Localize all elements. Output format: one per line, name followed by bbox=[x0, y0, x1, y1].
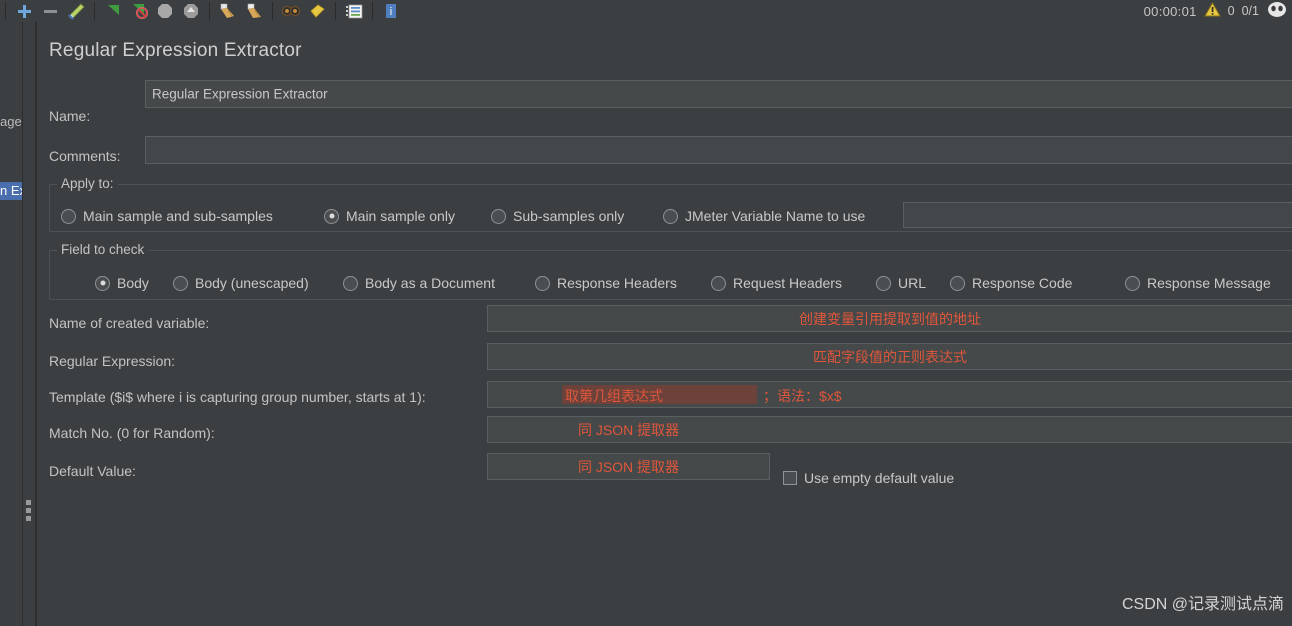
clear-icon[interactable] bbox=[215, 1, 241, 22]
edit-pencil-icon[interactable] bbox=[63, 1, 89, 22]
radio-label: Body (unescaped) bbox=[195, 275, 309, 291]
page-title: Regular Expression Extractor bbox=[49, 40, 302, 61]
radio-icon[interactable] bbox=[663, 208, 678, 224]
warning-triangle-icon[interactable] bbox=[1203, 1, 1221, 20]
radio-url[interactable]: URL bbox=[876, 275, 926, 291]
radio-response-message[interactable]: Response Message bbox=[1125, 275, 1271, 291]
variable-name-input[interactable]: 创建变量引用提取到值的地址 bbox=[487, 305, 1292, 332]
help-icon[interactable]: i bbox=[378, 1, 404, 22]
radio-icon[interactable] bbox=[876, 275, 891, 291]
comments-input[interactable] bbox=[145, 136, 1292, 164]
jmeter-window: i 00:00:01 0 0/1 age n E Regular Express… bbox=[0, 0, 1292, 626]
radio-body[interactable]: Body bbox=[95, 275, 149, 291]
match-no-label: Match No. (0 for Random): bbox=[49, 425, 215, 441]
variable-name-annotation: 创建变量引用提取到值的地址 bbox=[799, 310, 981, 327]
radio-jmeter-variable-name-to-use[interactable]: JMeter Variable Name to use bbox=[663, 208, 865, 224]
clear-all-icon[interactable] bbox=[241, 1, 267, 22]
variable-name-label: Name of created variable: bbox=[49, 315, 210, 331]
tree-item-regular-expression-extractor[interactable]: n Ex bbox=[0, 182, 22, 200]
test-plan-tree[interactable]: age n Ex bbox=[0, 22, 22, 626]
start-no-timers-icon[interactable] bbox=[126, 1, 152, 22]
stop-icon[interactable] bbox=[152, 1, 178, 22]
radio-icon-selected[interactable] bbox=[95, 275, 110, 291]
template-annotation-highlight: 取第几组表达式 bbox=[565, 388, 663, 404]
main-toolbar: i 00:00:01 0 0/1 bbox=[0, 0, 1292, 22]
radio-icon[interactable] bbox=[491, 208, 506, 224]
radio-icon[interactable] bbox=[950, 275, 965, 291]
thread-count: 0/1 bbox=[1241, 4, 1259, 18]
remove-icon[interactable] bbox=[37, 1, 63, 22]
panel-splitter[interactable] bbox=[22, 22, 36, 626]
radio-body-unescaped[interactable]: Body (unescaped) bbox=[173, 275, 309, 291]
radio-body-as-a-document[interactable]: Body as a Document bbox=[343, 275, 495, 291]
match-no-input[interactable]: 同 JSON 提取器 bbox=[487, 416, 1292, 443]
template-annotation-rest: ；语法：$x$ bbox=[763, 388, 842, 404]
name-label: Name: bbox=[49, 108, 91, 124]
splitter-divider-left bbox=[22, 22, 23, 626]
default-value-label: Default Value: bbox=[49, 463, 136, 479]
toolbar-separator bbox=[5, 2, 6, 20]
default-value-annotation: 同 JSON 提取器 bbox=[577, 458, 680, 475]
radio-icon[interactable] bbox=[343, 275, 358, 291]
radio-icon[interactable] bbox=[535, 275, 550, 291]
radio-label: URL bbox=[898, 275, 927, 291]
toolbar-separator bbox=[272, 2, 273, 20]
radio-icon[interactable] bbox=[1125, 275, 1140, 291]
use-empty-default-value-checkbox-row[interactable]: Use empty default value bbox=[783, 470, 954, 486]
radio-label: Request Headers bbox=[733, 275, 842, 291]
match-no-annotation: 同 JSON 提取器 bbox=[578, 421, 680, 438]
radio-label: Main sample and sub-samples bbox=[83, 208, 273, 224]
svg-text:i: i bbox=[390, 6, 392, 18]
radio-request-headers[interactable]: Request Headers bbox=[711, 275, 842, 291]
regex-annotation: 匹配字段值的正则表达式 bbox=[813, 348, 967, 365]
elapsed-time: 00:00:01 bbox=[1143, 3, 1197, 19]
toolbar-separator bbox=[335, 2, 336, 20]
apply-to-group-title: Apply to: bbox=[57, 176, 118, 191]
thread-face-icon bbox=[1266, 1, 1288, 21]
radio-icon[interactable] bbox=[711, 275, 726, 291]
comments-label: Comments: bbox=[49, 148, 121, 164]
template-label: Template ($i$ where i is capturing group… bbox=[49, 389, 426, 405]
splitter-grip[interactable] bbox=[26, 500, 32, 521]
radio-icon-selected[interactable] bbox=[324, 208, 339, 224]
function-helper-icon[interactable] bbox=[341, 1, 367, 22]
radio-label: Response Code bbox=[972, 275, 1073, 291]
toolbar-separator bbox=[209, 2, 210, 20]
radio-label: Main sample only bbox=[346, 208, 455, 224]
name-input-value: Regular Expression Extractor bbox=[152, 86, 328, 102]
tree-item-partial[interactable]: age bbox=[0, 114, 22, 129]
name-input[interactable]: Regular Expression Extractor bbox=[145, 80, 1292, 108]
toolbar-status-area: 00:00:01 0 0/1 bbox=[1144, 0, 1288, 22]
start-icon[interactable] bbox=[100, 1, 126, 22]
radio-label: Sub-samples only bbox=[513, 208, 625, 224]
regex-input[interactable]: 匹配字段值的正则表达式 bbox=[487, 343, 1292, 370]
radio-main-sample-and-sub-samples[interactable]: Main sample and sub-samples bbox=[61, 208, 273, 224]
radio-label: Body bbox=[117, 275, 149, 291]
watermark: CSDN @记录测试点滴 bbox=[1121, 596, 1284, 613]
radio-label: Response Headers bbox=[557, 275, 677, 291]
reset-search-icon[interactable] bbox=[304, 1, 330, 22]
jmeter-variable-name-input[interactable] bbox=[903, 202, 1292, 228]
regular-expression-extractor-panel: Regular Expression Extractor Name: Regul… bbox=[36, 22, 1292, 626]
radio-icon[interactable] bbox=[61, 208, 76, 224]
radio-label: Body as a Document bbox=[365, 275, 495, 291]
radio-main-sample-only[interactable]: Main sample only bbox=[324, 208, 455, 224]
radio-icon[interactable] bbox=[173, 275, 188, 291]
warning-count: 0 bbox=[1227, 4, 1235, 18]
radio-label: Response Message bbox=[1147, 275, 1271, 291]
checkbox-icon[interactable] bbox=[783, 471, 797, 485]
radio-response-headers[interactable]: Response Headers bbox=[535, 275, 677, 291]
use-empty-default-value-label: Use empty default value bbox=[804, 470, 955, 486]
regex-label: Regular Expression: bbox=[49, 353, 176, 369]
toolbar-separator bbox=[372, 2, 373, 20]
shutdown-icon[interactable] bbox=[178, 1, 204, 22]
search-icon[interactable] bbox=[278, 1, 304, 22]
radio-label: JMeter Variable Name to use bbox=[685, 208, 866, 224]
toolbar-separator bbox=[94, 2, 95, 20]
radio-sub-samples-only[interactable]: Sub-samples only bbox=[491, 208, 624, 224]
field-to-check-group-title: Field to check bbox=[57, 242, 149, 257]
radio-response-code[interactable]: Response Code bbox=[950, 275, 1072, 291]
default-value-input[interactable]: 同 JSON 提取器 bbox=[487, 453, 770, 480]
add-icon[interactable] bbox=[11, 1, 37, 22]
